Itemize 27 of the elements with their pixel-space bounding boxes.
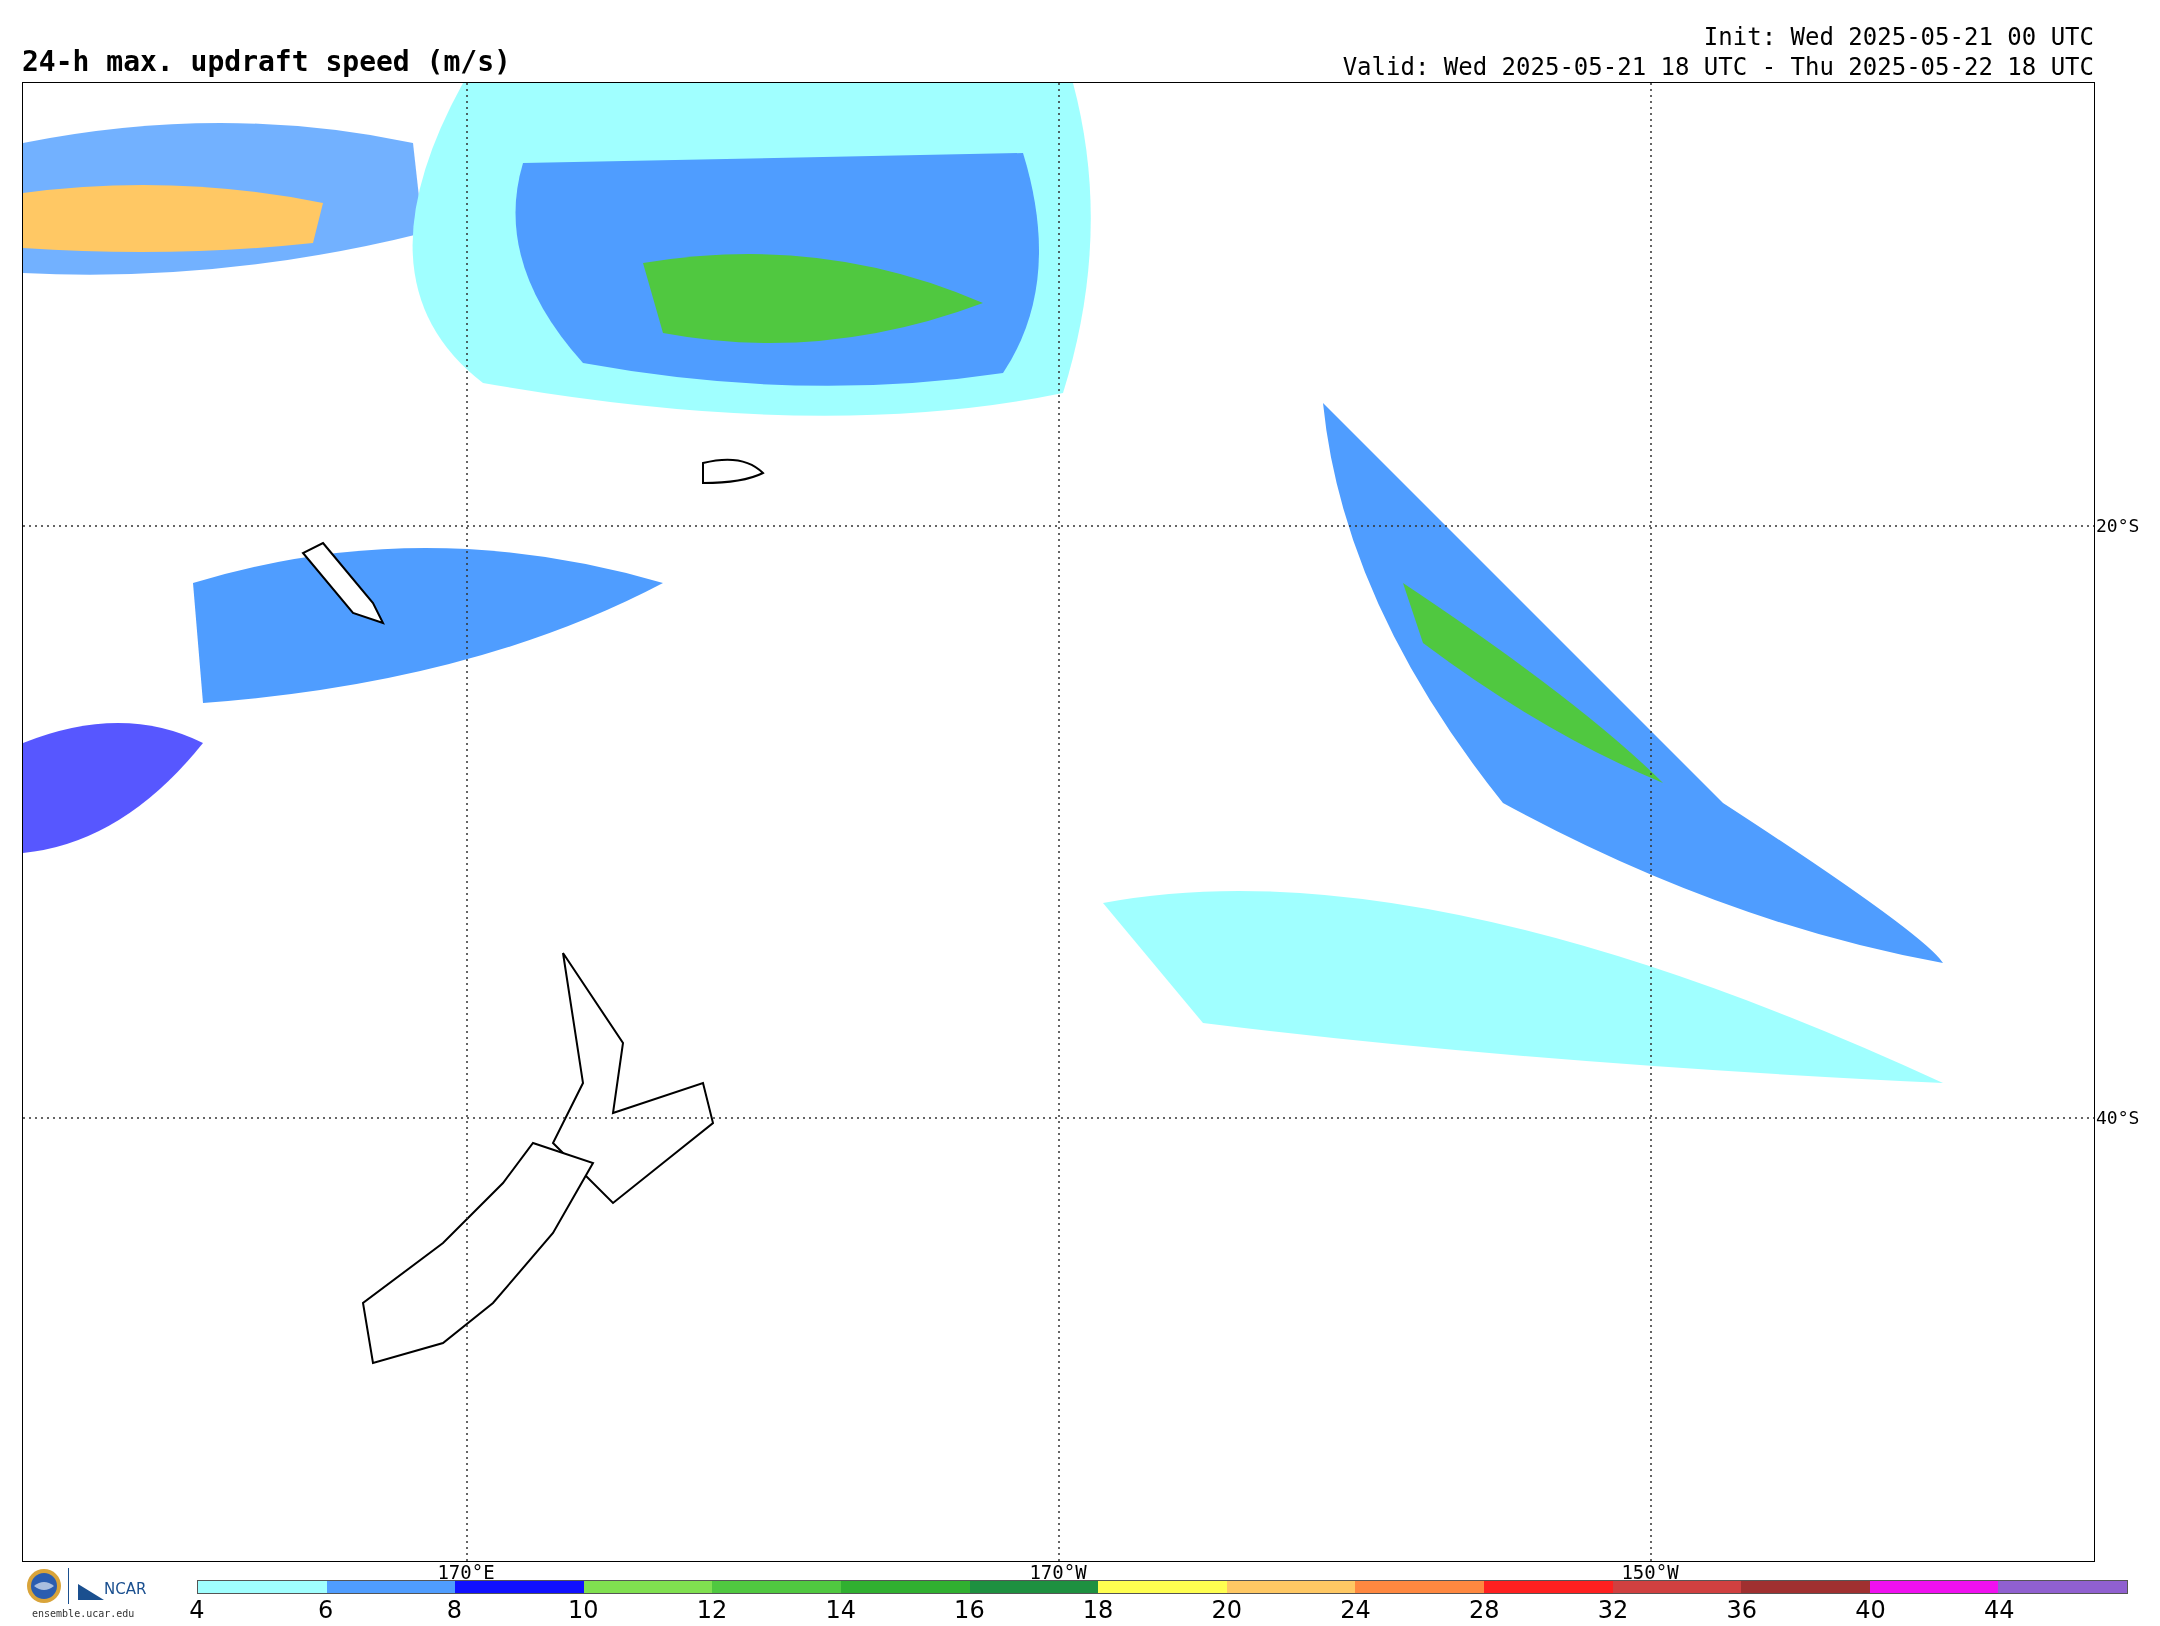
globe-logo-icon bbox=[26, 1568, 62, 1604]
init-time: Init: Wed 2025-05-21 00 UTC bbox=[1703, 22, 2094, 52]
latitude-label: 20°S bbox=[2096, 517, 2140, 535]
longitude-label: 170°E bbox=[437, 1563, 495, 1582]
scale-label: 18 bbox=[1082, 1598, 1114, 1622]
scale-label: 16 bbox=[954, 1598, 985, 1622]
chart-title: 24-h max. updraft speed (m/s) bbox=[22, 48, 511, 80]
scale-label: 20 bbox=[1211, 1598, 1243, 1622]
scale-label: 40 bbox=[1855, 1598, 1886, 1622]
scale-label: 24 bbox=[1340, 1598, 1371, 1622]
longitude-label: 170°W bbox=[1029, 1563, 1087, 1582]
scale-label: 8 bbox=[446, 1598, 463, 1622]
scale-label: 36 bbox=[1726, 1598, 1758, 1622]
scale-label: 10 bbox=[567, 1598, 599, 1622]
longitude-label: 150°W bbox=[1621, 1563, 1679, 1582]
scale-label: 28 bbox=[1469, 1598, 1500, 1622]
scale-label: 6 bbox=[318, 1598, 334, 1622]
website-link[interactable]: ensemble.ucar.edu bbox=[32, 1609, 135, 1619]
scale-label: 14 bbox=[825, 1598, 856, 1622]
scale-label: 32 bbox=[1597, 1598, 1629, 1622]
valid-time: Valid: Wed 2025-05-21 18 UTC - Thu 2025-05-22 18 UTC bbox=[1342, 52, 2094, 82]
scale-label: 44 bbox=[1984, 1598, 2015, 1622]
scale-label: 4 bbox=[189, 1598, 205, 1622]
ncar-logo-text: NCAR bbox=[104, 1582, 147, 1597]
scale-label: 12 bbox=[696, 1598, 728, 1622]
latitude-label: 40°S bbox=[2096, 1109, 2140, 1127]
ncar-logo-icon bbox=[78, 1584, 104, 1600]
